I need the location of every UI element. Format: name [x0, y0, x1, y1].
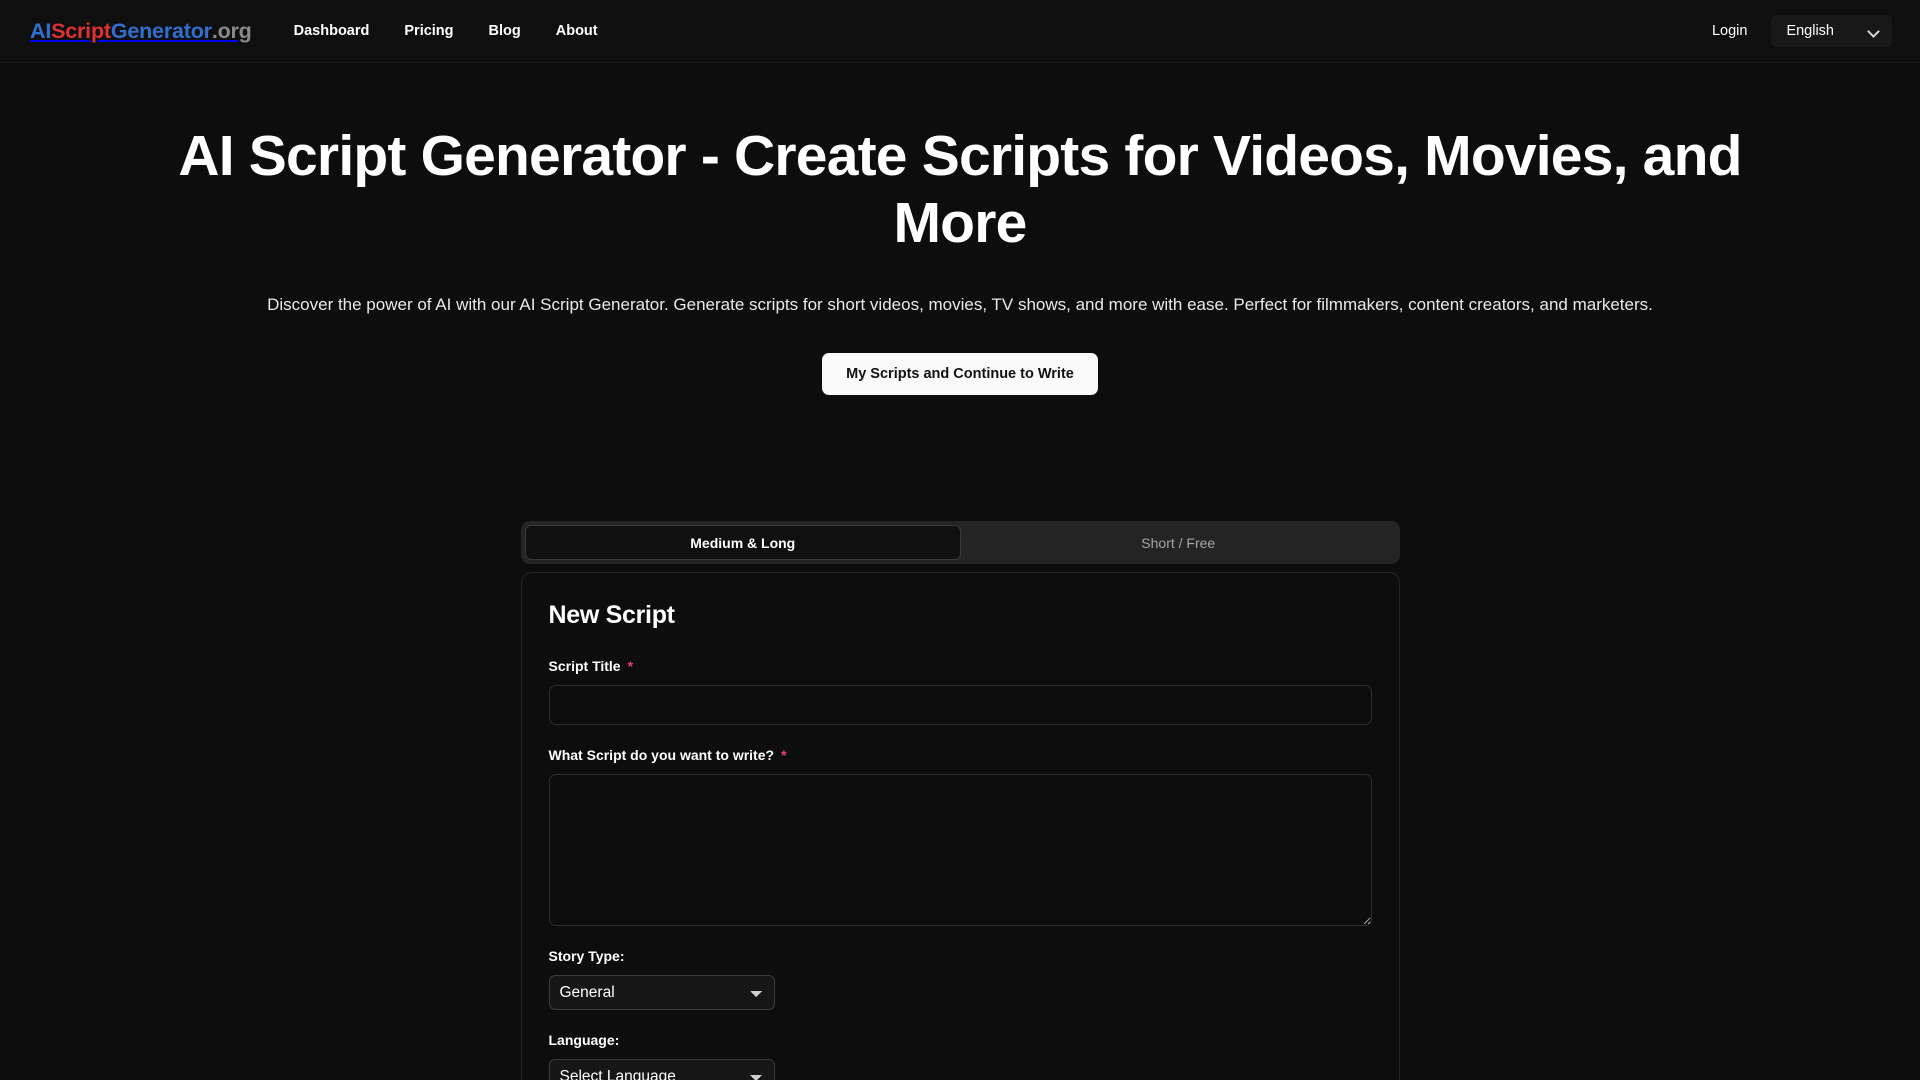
my-scripts-button[interactable]: My Scripts and Continue to Write: [822, 353, 1098, 395]
required-marker: *: [781, 747, 787, 763]
field-script-prompt: What Script do you want to write? *: [548, 747, 1372, 926]
language-selector[interactable]: English: [1771, 15, 1892, 47]
language-label: Language:: [548, 1032, 620, 1048]
hero-subtitle: Discover the power of AI with our AI Scr…: [267, 294, 1653, 314]
tab-short-free[interactable]: Short / Free: [961, 525, 1396, 560]
story-type-label: Story Type:: [548, 948, 625, 964]
script-prompt-label-text: What Script do you want to write?: [548, 747, 775, 763]
script-title-input[interactable]: [548, 685, 1372, 725]
nav-item-blog[interactable]: Blog: [489, 23, 521, 39]
logo-part-generator: Generator: [110, 18, 212, 43]
logo-part-tld: .org: [211, 18, 252, 43]
script-prompt-label: What Script do you want to write? *: [549, 747, 1372, 763]
login-button[interactable]: Login: [1708, 17, 1751, 45]
script-prompt-textarea[interactable]: [548, 774, 1372, 926]
tab-medium-and-long[interactable]: Medium & Long: [524, 525, 961, 560]
card-heading: New Script: [548, 601, 676, 629]
script-title-label-text: Script Title: [548, 658, 621, 674]
chevron-down-icon: [1868, 26, 1879, 37]
nav-item-dashboard[interactable]: Dashboard: [294, 23, 370, 39]
page-title: AI Script Generator - Create Scripts for…: [178, 124, 1742, 256]
hero-section: AI Script Generator - Create Scripts for…: [0, 63, 1920, 395]
script-panel: Medium & Long Short / Free New Script Sc…: [520, 521, 1400, 1080]
language-select[interactable]: Select Language: [548, 1059, 775, 1080]
field-script-title: Script Title *: [548, 658, 1372, 725]
hero-cta-wrapper: My Scripts and Continue to Write: [0, 353, 1920, 395]
logo-part-script: Script: [51, 18, 111, 43]
site-header: AI Script Generator .org Dashboard Pricing …: [0, 0, 1920, 63]
nav-item-about[interactable]: About: [556, 23, 598, 39]
language-selector-label: English: [1786, 23, 1834, 39]
story-type-select[interactable]: General: [548, 975, 775, 1010]
field-language: Language: Select Language: [548, 1032, 1372, 1080]
primary-nav: Dashboard Pricing Blog About: [294, 23, 598, 39]
script-length-tabs: Medium & Long Short / Free: [520, 521, 1400, 564]
required-marker: *: [627, 658, 634, 674]
new-script-card: New Script Script Title * What Script do…: [520, 572, 1400, 1080]
script-title-label: Script Title *: [549, 658, 1372, 674]
logo-part-ai: AI: [30, 18, 52, 43]
header-actions: Login English: [1708, 15, 1892, 47]
nav-item-pricing[interactable]: Pricing: [404, 23, 453, 39]
site-logo[interactable]: AI Script Generator .org: [30, 19, 252, 44]
field-story-type: Story Type: General: [548, 948, 1372, 1010]
